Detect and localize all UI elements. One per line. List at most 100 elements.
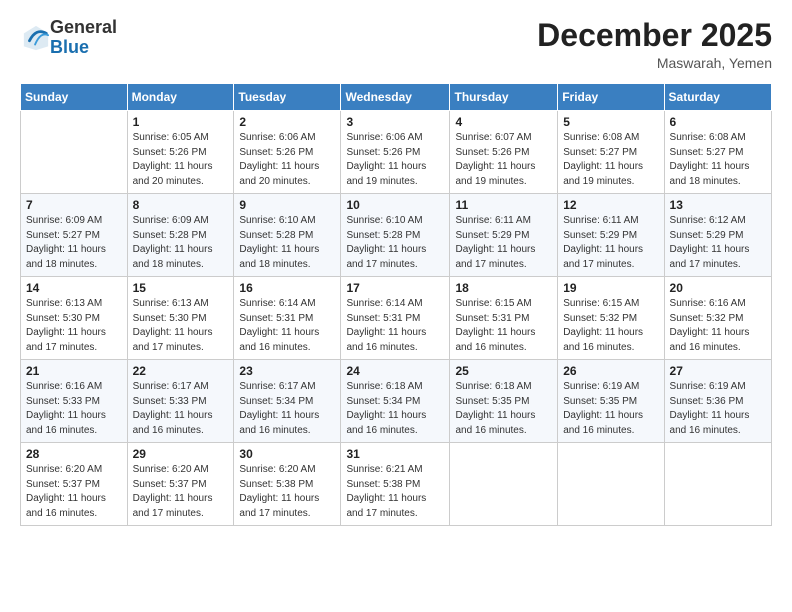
calendar-cell: 28 Sunrise: 6:20 AM Sunset: 5:37 PM Dayli… bbox=[21, 443, 128, 526]
day-info: Sunrise: 6:09 AM Sunset: 5:27 PM Dayligh… bbox=[26, 214, 122, 272]
logo-text: General Blue bbox=[50, 18, 117, 58]
calendar-cell: 3 Sunrise: 6:06 AM Sunset: 5:26 PM Daylig… bbox=[341, 111, 450, 194]
day-info: Sunrise: 6:09 AM Sunset: 5:28 PM Dayligh… bbox=[133, 214, 229, 272]
day-number: 6 bbox=[670, 115, 766, 129]
day-number: 18 bbox=[455, 281, 552, 295]
day-info: Sunrise: 6:10 AM Sunset: 5:28 PM Dayligh… bbox=[239, 214, 335, 272]
day-info: Sunrise: 6:16 AM Sunset: 5:32 PM Dayligh… bbox=[670, 297, 766, 355]
calendar-cell: 26Sunrise: 6:19 AM Sunset: 5:35 PM Dayli… bbox=[558, 360, 664, 443]
logo: General Blue bbox=[20, 18, 117, 58]
calendar-cell: 16 Sunrise: 6:14 AM Sunset: 5:31 PM Dayli… bbox=[234, 277, 341, 360]
calendar-cell bbox=[450, 443, 558, 526]
calendar-week-3: 14Sunrise: 6:13 AM Sunset: 5:30 PM Dayli… bbox=[21, 277, 772, 360]
calendar-cell: 19 Sunrise: 6:15 AM Sunset: 5:32 PM Dayli… bbox=[558, 277, 664, 360]
day-info: Sunrise: 6:20 AM Sunset: 5:37 PM Dayligh… bbox=[26, 463, 122, 521]
calendar-cell: 1Sunrise: 6:05 AM Sunset: 5:26 PM Daylig… bbox=[127, 111, 234, 194]
day-number: 10 bbox=[346, 198, 444, 212]
day-number: 25 bbox=[455, 364, 552, 378]
day-info: Sunrise: 6:13 AM Sunset: 5:30 PM Dayligh… bbox=[133, 297, 229, 355]
title-block: December 2025 Maswarah, Yemen bbox=[537, 18, 772, 71]
day-number: 2 bbox=[239, 115, 335, 129]
col-sunday: Sunday bbox=[21, 84, 128, 111]
day-number: 28 bbox=[26, 447, 122, 461]
day-number: 15 bbox=[133, 281, 229, 295]
calendar-week-4: 21 Sunrise: 6:16 AM Sunset: 5:33 PM Dayli… bbox=[21, 360, 772, 443]
day-number: 22 bbox=[133, 364, 229, 378]
day-info: Sunrise: 6:05 AM Sunset: 5:26 PM Dayligh… bbox=[133, 131, 229, 189]
day-number: 23 bbox=[239, 364, 335, 378]
col-saturday: Saturday bbox=[664, 84, 771, 111]
day-number: 4 bbox=[455, 115, 552, 129]
calendar-cell: 21 Sunrise: 6:16 AM Sunset: 5:33 PM Dayli… bbox=[21, 360, 128, 443]
calendar-week-2: 7 Sunrise: 6:09 AM Sunset: 5:27 PM Daylig… bbox=[21, 194, 772, 277]
calendar-week-5: 28 Sunrise: 6:20 AM Sunset: 5:37 PM Dayli… bbox=[21, 443, 772, 526]
day-info: Sunrise: 6:08 AM Sunset: 5:27 PM Dayligh… bbox=[670, 131, 766, 189]
day-info: Sunrise: 6:17 AM Sunset: 5:33 PM Dayligh… bbox=[133, 380, 229, 438]
calendar-cell: 29Sunrise: 6:20 AM Sunset: 5:37 PM Dayli… bbox=[127, 443, 234, 526]
col-thursday: Thursday bbox=[450, 84, 558, 111]
calendar-cell bbox=[664, 443, 771, 526]
day-number: 9 bbox=[239, 198, 335, 212]
calendar-cell: 6 Sunrise: 6:08 AM Sunset: 5:27 PM Daylig… bbox=[664, 111, 771, 194]
logo-icon bbox=[22, 24, 50, 52]
day-info: Sunrise: 6:14 AM Sunset: 5:31 PM Dayligh… bbox=[239, 297, 335, 355]
day-info: Sunrise: 6:08 AM Sunset: 5:27 PM Dayligh… bbox=[563, 131, 658, 189]
day-number: 11 bbox=[455, 198, 552, 212]
day-info: Sunrise: 6:20 AM Sunset: 5:37 PM Dayligh… bbox=[133, 463, 229, 521]
day-number: 27 bbox=[670, 364, 766, 378]
day-info: Sunrise: 6:18 AM Sunset: 5:34 PM Dayligh… bbox=[346, 380, 444, 438]
calendar-cell: 9 Sunrise: 6:10 AM Sunset: 5:28 PM Daylig… bbox=[234, 194, 341, 277]
col-wednesday: Wednesday bbox=[341, 84, 450, 111]
day-number: 8 bbox=[133, 198, 229, 212]
day-info: Sunrise: 6:06 AM Sunset: 5:26 PM Dayligh… bbox=[239, 131, 335, 189]
calendar-cell: 10Sunrise: 6:10 AM Sunset: 5:28 PM Dayli… bbox=[341, 194, 450, 277]
day-info: Sunrise: 6:15 AM Sunset: 5:31 PM Dayligh… bbox=[455, 297, 552, 355]
calendar-cell: 7 Sunrise: 6:09 AM Sunset: 5:27 PM Daylig… bbox=[21, 194, 128, 277]
day-number: 30 bbox=[239, 447, 335, 461]
day-info: Sunrise: 6:20 AM Sunset: 5:38 PM Dayligh… bbox=[239, 463, 335, 521]
day-info: Sunrise: 6:16 AM Sunset: 5:33 PM Dayligh… bbox=[26, 380, 122, 438]
calendar-cell: 27 Sunrise: 6:19 AM Sunset: 5:36 PM Dayli… bbox=[664, 360, 771, 443]
day-number: 19 bbox=[563, 281, 658, 295]
header-row: Sunday Monday Tuesday Wednesday Thursday… bbox=[21, 84, 772, 111]
day-info: Sunrise: 6:17 AM Sunset: 5:34 PM Dayligh… bbox=[239, 380, 335, 438]
calendar-cell: 22 Sunrise: 6:17 AM Sunset: 5:33 PM Dayli… bbox=[127, 360, 234, 443]
day-info: Sunrise: 6:15 AM Sunset: 5:32 PM Dayligh… bbox=[563, 297, 658, 355]
day-info: Sunrise: 6:07 AM Sunset: 5:26 PM Dayligh… bbox=[455, 131, 552, 189]
calendar-cell: 5Sunrise: 6:08 AM Sunset: 5:27 PM Daylig… bbox=[558, 111, 664, 194]
calendar-cell: 23 Sunrise: 6:17 AM Sunset: 5:34 PM Dayli… bbox=[234, 360, 341, 443]
day-info: Sunrise: 6:11 AM Sunset: 5:29 PM Dayligh… bbox=[455, 214, 552, 272]
day-number: 13 bbox=[670, 198, 766, 212]
day-number: 12 bbox=[563, 198, 658, 212]
page: General Blue December 2025 Maswarah, Yem… bbox=[0, 0, 792, 612]
day-number: 16 bbox=[239, 281, 335, 295]
day-info: Sunrise: 6:06 AM Sunset: 5:26 PM Dayligh… bbox=[346, 131, 444, 189]
day-number: 24 bbox=[346, 364, 444, 378]
day-number: 7 bbox=[26, 198, 122, 212]
calendar-cell: 15 Sunrise: 6:13 AM Sunset: 5:30 PM Dayli… bbox=[127, 277, 234, 360]
calendar-cell: 20Sunrise: 6:16 AM Sunset: 5:32 PM Dayli… bbox=[664, 277, 771, 360]
month-title: December 2025 bbox=[537, 18, 772, 53]
calendar-cell: 11 Sunrise: 6:11 AM Sunset: 5:29 PM Dayli… bbox=[450, 194, 558, 277]
day-info: Sunrise: 6:14 AM Sunset: 5:31 PM Dayligh… bbox=[346, 297, 444, 355]
logo-blue: Blue bbox=[50, 37, 89, 57]
day-info: Sunrise: 6:13 AM Sunset: 5:30 PM Dayligh… bbox=[26, 297, 122, 355]
logo-text-block: General Blue bbox=[50, 18, 117, 58]
calendar-cell bbox=[558, 443, 664, 526]
day-number: 21 bbox=[26, 364, 122, 378]
calendar-cell: 17 Sunrise: 6:14 AM Sunset: 5:31 PM Dayli… bbox=[341, 277, 450, 360]
day-number: 3 bbox=[346, 115, 444, 129]
logo-general: General bbox=[50, 17, 117, 37]
col-tuesday: Tuesday bbox=[234, 84, 341, 111]
day-info: Sunrise: 6:19 AM Sunset: 5:36 PM Dayligh… bbox=[670, 380, 766, 438]
calendar-cell: 30 Sunrise: 6:20 AM Sunset: 5:38 PM Dayli… bbox=[234, 443, 341, 526]
location: Maswarah, Yemen bbox=[537, 55, 772, 71]
day-info: Sunrise: 6:12 AM Sunset: 5:29 PM Dayligh… bbox=[670, 214, 766, 272]
day-info: Sunrise: 6:11 AM Sunset: 5:29 PM Dayligh… bbox=[563, 214, 658, 272]
day-number: 26 bbox=[563, 364, 658, 378]
calendar-cell: 18 Sunrise: 6:15 AM Sunset: 5:31 PM Dayli… bbox=[450, 277, 558, 360]
calendar-cell: 24 Sunrise: 6:18 AM Sunset: 5:34 PM Dayli… bbox=[341, 360, 450, 443]
day-number: 31 bbox=[346, 447, 444, 461]
calendar-week-1: 1Sunrise: 6:05 AM Sunset: 5:26 PM Daylig… bbox=[21, 111, 772, 194]
day-number: 17 bbox=[346, 281, 444, 295]
